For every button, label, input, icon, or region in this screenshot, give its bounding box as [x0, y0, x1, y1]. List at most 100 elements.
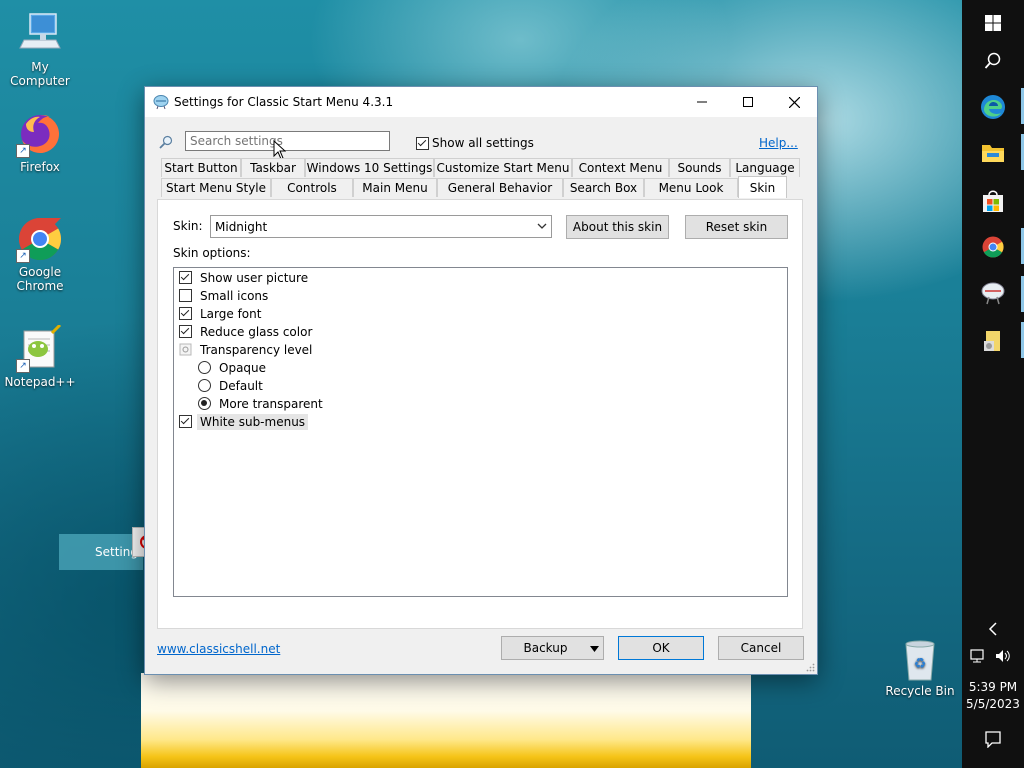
- checkbox-box[interactable]: [179, 325, 192, 338]
- desktop-icon-my-computer[interactable]: My Computer: [0, 10, 80, 88]
- taskbar-store[interactable]: [962, 178, 1024, 224]
- classic-shell-icon: [153, 94, 169, 110]
- show-all-settings-checkbox[interactable]: Show all settings: [416, 136, 534, 150]
- close-icon: [788, 96, 800, 108]
- action-center-button[interactable]: [962, 716, 1024, 762]
- backup-button[interactable]: Backup: [501, 636, 604, 660]
- website-link[interactable]: www.classicshell.net: [157, 642, 280, 656]
- radio-button[interactable]: [198, 379, 211, 392]
- search-icon: [159, 135, 173, 152]
- tab-windows-10-settings[interactable]: Windows 10 Settings: [305, 158, 434, 177]
- option-label: Show user picture: [200, 270, 309, 285]
- shortcut-arrow-icon: ↗: [16, 249, 30, 263]
- volume-icon[interactable]: [994, 648, 1012, 664]
- skin-dropdown[interactable]: Midnight: [210, 215, 552, 238]
- taskbar-chrome[interactable]: [962, 224, 1024, 270]
- minimize-icon: [697, 101, 707, 103]
- windows-start-icon: [985, 15, 1001, 31]
- settings-dialog: Settings for Classic Start Menu 4.3.1 Sh…: [144, 86, 818, 675]
- desktop-icon-label: Firefox: [20, 160, 60, 174]
- tab-language[interactable]: Language: [730, 158, 800, 177]
- radio-button[interactable]: [198, 361, 211, 374]
- tab-customize-start-menu[interactable]: Customize Start Menu: [434, 158, 572, 177]
- recycle-bin-icon: ♻: [898, 638, 942, 682]
- taskbar-file-explorer[interactable]: [962, 130, 1024, 176]
- maximize-button[interactable]: [725, 87, 771, 117]
- ok-button[interactable]: OK: [618, 636, 704, 660]
- search-button[interactable]: [962, 38, 1024, 84]
- show-all-settings-label: Show all settings: [432, 136, 534, 150]
- desktop-icon-label: My Computer: [10, 60, 70, 88]
- window-title: Settings for Classic Start Menu 4.3.1: [174, 95, 394, 109]
- tab-search-box[interactable]: Search Box: [563, 178, 644, 197]
- skin-options-list: Show user picture Small icons Large font…: [173, 267, 788, 597]
- tab-start-menu-style[interactable]: Start Menu Style: [161, 178, 271, 197]
- desktop-icon-firefox[interactable]: ↗ Firefox: [0, 110, 80, 174]
- tray-icons: [970, 646, 1018, 666]
- tab-general-behavior[interactable]: General Behavior: [437, 178, 563, 197]
- skin-options-label: Skin options:: [173, 246, 251, 260]
- tab-taskbar[interactable]: Taskbar: [241, 158, 305, 177]
- option-large-font[interactable]: Large font: [179, 305, 261, 322]
- option-label: Opaque: [219, 360, 267, 375]
- taskbar-folder[interactable]: [962, 318, 1024, 364]
- checkbox-box[interactable]: [179, 289, 192, 302]
- skin-tab-panel: Skin: Midnight About this skin Reset ski…: [157, 199, 803, 629]
- store-icon: [983, 190, 1003, 212]
- desktop-icon-notepad-plus-plus[interactable]: ↗ Notepad++: [0, 323, 80, 389]
- option-white-sub-menus[interactable]: White sub-menus: [179, 413, 309, 430]
- search-input[interactable]: [185, 131, 390, 151]
- mouse-cursor-icon: [273, 140, 286, 160]
- taskbar-edge[interactable]: [962, 84, 1024, 130]
- search-icon: [984, 52, 1001, 69]
- maximize-icon: [743, 97, 753, 107]
- option-radio-opaque[interactable]: Opaque: [198, 359, 266, 376]
- reset-skin-button[interactable]: Reset skin: [685, 215, 788, 239]
- minimize-button[interactable]: [679, 87, 725, 117]
- skin-label: Skin:: [173, 219, 203, 233]
- shortcut-arrow-icon: ↗: [16, 359, 30, 373]
- cancel-button[interactable]: Cancel: [718, 636, 804, 660]
- tab-sounds[interactable]: Sounds: [669, 158, 730, 177]
- network-icon[interactable]: [970, 648, 986, 664]
- clock-date[interactable]: 5/5/2023: [962, 697, 1024, 711]
- taskbar: 5:39 PM 5/5/2023: [962, 0, 1024, 768]
- tab-start-button[interactable]: Start Button: [161, 158, 241, 177]
- option-label: Default: [219, 378, 263, 393]
- tab-menu-look[interactable]: Menu Look: [644, 178, 738, 197]
- notification-icon: [985, 731, 1001, 748]
- option-small-icons[interactable]: Small icons: [179, 287, 268, 304]
- about-skin-button[interactable]: About this skin: [566, 215, 669, 239]
- checkbox-box[interactable]: [416, 136, 429, 150]
- option-reduce-glass-color[interactable]: Reduce glass color: [179, 323, 312, 340]
- chrome-icon: [982, 236, 1004, 258]
- help-link[interactable]: Help...: [759, 136, 798, 150]
- title-bar[interactable]: Settings for Classic Start Menu 4.3.1: [145, 87, 817, 117]
- option-radio-default[interactable]: Default: [198, 377, 263, 394]
- checkbox-box[interactable]: [179, 415, 192, 428]
- checkbox-box[interactable]: [179, 271, 192, 284]
- chevron-down-icon: [537, 223, 547, 229]
- desktop-icon-recycle-bin[interactable]: ♻ Recycle Bin: [880, 638, 960, 698]
- checkbox-box[interactable]: [179, 307, 192, 320]
- taskbar-classic-shell[interactable]: [962, 270, 1024, 316]
- chrome-icon: ↗: [16, 215, 64, 263]
- option-label: White sub-menus: [197, 413, 309, 430]
- resize-grip-icon[interactable]: [806, 663, 815, 672]
- option-label: More transparent: [219, 396, 323, 411]
- backup-button-label: Backup: [523, 641, 568, 655]
- shortcut-arrow-icon: ↗: [16, 144, 30, 158]
- tab-main-menu[interactable]: Main Menu: [353, 178, 437, 197]
- option-show-user-picture[interactable]: Show user picture: [179, 269, 308, 286]
- clock-time[interactable]: 5:39 PM: [962, 680, 1024, 694]
- close-button[interactable]: [771, 87, 817, 117]
- tab-context-menu[interactable]: Context Menu: [572, 158, 669, 177]
- option-label: Small icons: [200, 288, 269, 303]
- radio-button[interactable]: [198, 397, 211, 410]
- background-window: [141, 673, 751, 768]
- desktop-icon-google-chrome[interactable]: ↗ Google Chrome: [0, 215, 80, 293]
- skin-dropdown-value: Midnight: [215, 220, 268, 234]
- option-radio-more-transparent[interactable]: More transparent: [198, 395, 323, 412]
- tab-controls[interactable]: Controls: [271, 178, 353, 197]
- tab-skin[interactable]: Skin: [738, 176, 787, 198]
